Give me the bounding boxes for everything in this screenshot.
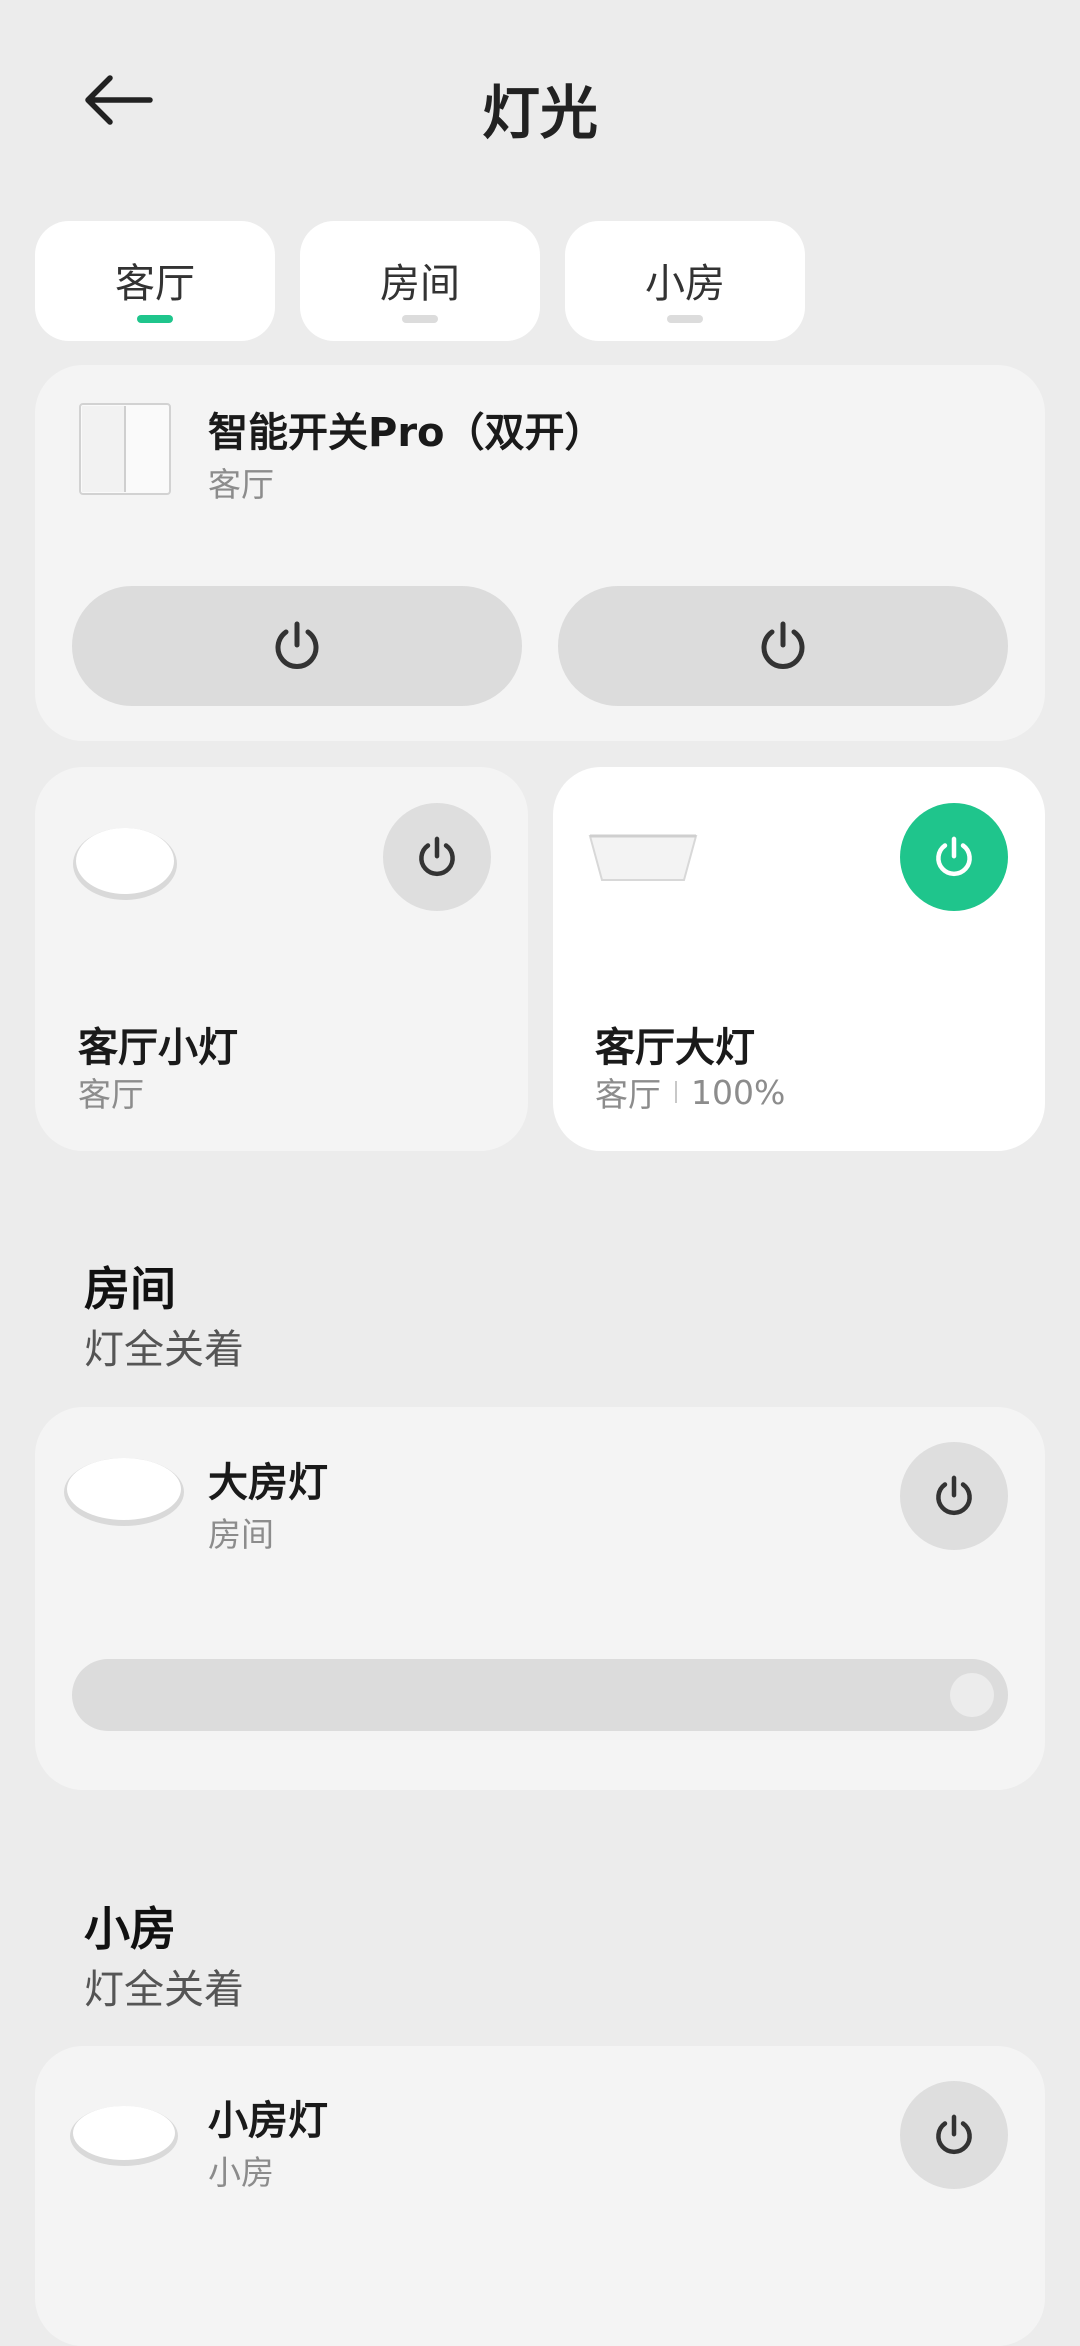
section-title: 小房 xyxy=(84,1902,176,1956)
tab-room[interactable]: 房间 xyxy=(300,221,540,341)
tab-active-indicator xyxy=(137,315,173,323)
power-icon xyxy=(761,621,805,669)
tab-label: 房间 xyxy=(380,261,460,307)
tab-indicator xyxy=(667,315,703,323)
brightness-value: 100% xyxy=(691,1072,786,1112)
small-room-light-card[interactable] xyxy=(35,2046,1045,2346)
power-icon xyxy=(936,836,972,877)
device-name: 智能开关Pro（双开） xyxy=(208,410,605,456)
ceiling-light-icon xyxy=(62,1448,186,1530)
ceiling-light-icon xyxy=(68,2098,180,2170)
dual-switch-icon xyxy=(78,402,172,496)
big-light-power-button[interactable] xyxy=(900,803,1008,911)
device-room: 小房 xyxy=(208,2153,274,2192)
device-room: 房间 xyxy=(208,1515,274,1554)
small-light-power-button[interactable] xyxy=(383,803,491,911)
device-name: 大房灯 xyxy=(208,1460,328,1506)
device-room: 客厅 xyxy=(208,465,274,504)
tab-label: 客厅 xyxy=(115,261,195,307)
slider-handle[interactable] xyxy=(950,1673,994,1717)
page-title: 灯光 xyxy=(481,79,598,147)
section-title: 房间 xyxy=(84,1262,176,1316)
device-room: 客厅 xyxy=(78,1075,144,1114)
room-light-power-button[interactable] xyxy=(900,1442,1008,1550)
brightness-slider[interactable] xyxy=(72,1659,1008,1731)
tab-small-room[interactable]: 小房 xyxy=(565,221,805,341)
power-icon xyxy=(419,836,455,877)
power-icon xyxy=(936,1475,972,1516)
room-light-card[interactable] xyxy=(35,1407,1045,1790)
tab-living-room[interactable]: 客厅 xyxy=(35,221,275,341)
switch-right-power-button[interactable] xyxy=(558,586,1008,706)
ceiling-light-icon xyxy=(70,818,180,904)
small-room-light-power-button[interactable] xyxy=(900,2081,1008,2189)
device-status-line: 客厅 100% xyxy=(595,1068,785,1116)
panel-light-icon xyxy=(588,830,698,886)
device-room: 客厅 xyxy=(595,1075,661,1114)
section-status: 灯全关着 xyxy=(84,1967,244,2013)
tab-label: 小房 xyxy=(645,261,725,307)
section-status: 灯全关着 xyxy=(84,1327,244,1373)
tab-indicator xyxy=(402,315,438,323)
switch-left-power-button[interactable] xyxy=(72,586,522,706)
device-name: 小房灯 xyxy=(208,2098,328,2144)
device-name: 客厅大灯 xyxy=(595,1025,755,1071)
separator xyxy=(675,1081,677,1103)
device-name: 客厅小灯 xyxy=(78,1025,238,1071)
power-icon xyxy=(936,2114,972,2155)
power-icon xyxy=(275,621,319,669)
